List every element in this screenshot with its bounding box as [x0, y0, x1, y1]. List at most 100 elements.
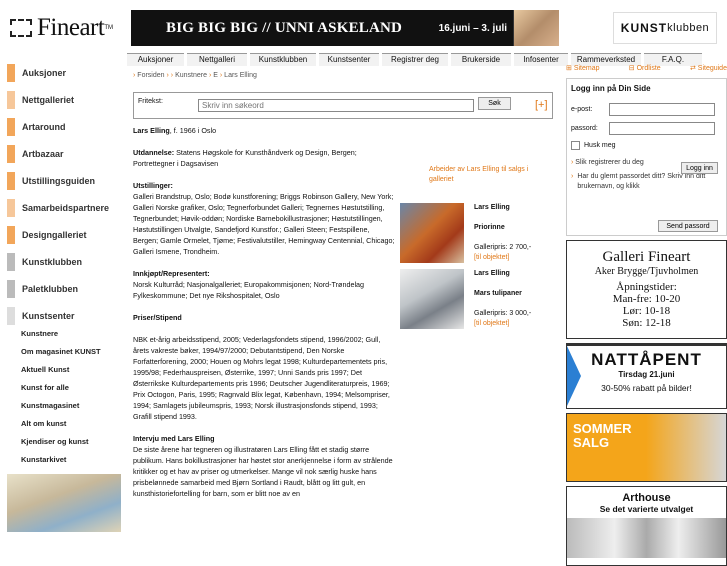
work-image-priorinne[interactable] — [400, 203, 464, 263]
banner-title: BIG BIG BIG // UNNI ASKELAND — [166, 19, 403, 36]
work-link[interactable]: [til objektet] — [474, 254, 509, 261]
ad-sommersalg[interactable]: SOMMER SALG — [566, 413, 727, 482]
ad1-title: Galleri Fineart — [602, 249, 691, 265]
breadcrumb-arrow-icon: › — [166, 72, 169, 79]
nav-nettgalleri[interactable]: Nettgalleri — [187, 53, 247, 66]
search-panel: Fritekst: Søk [+] — [133, 92, 553, 119]
remember-label: Husk meg — [584, 142, 616, 149]
logo-mark-icon — [10, 19, 32, 37]
nav-registrer-deg[interactable]: Registrer deg — [382, 53, 448, 66]
logo-tm: TM — [104, 25, 113, 31]
sidebar-item-kunstsenter[interactable]: Kunstsenter — [7, 307, 121, 325]
artist-name: Lars Elling — [133, 126, 170, 135]
work-image-mars-tulipaner[interactable] — [400, 269, 464, 329]
send-password-button[interactable]: Send passord — [658, 220, 718, 232]
sidebar-item-designgalleriet[interactable]: Designgalleriet — [7, 226, 121, 244]
ordliste-label: Ordliste — [636, 65, 661, 72]
sidebar-item-artaround[interactable]: Artaround — [7, 118, 121, 136]
ad1-subtitle: Aker Brygge/Tjuvholmen — [594, 266, 699, 277]
sidebar-promo-image[interactable] — [7, 474, 121, 532]
breadcrumb-forsiden[interactable]: Forsiden — [137, 72, 164, 79]
sidebar-item-paletklubben[interactable]: Paletklubben — [7, 280, 121, 298]
sidebar-item-auksjoner[interactable]: Auksjoner — [7, 64, 121, 82]
kunstklubben-logo[interactable]: KUNST klubben — [613, 12, 717, 44]
breadcrumb-arrow-icon: › — [170, 72, 174, 79]
banner-date: 16.juni – 3. juli — [438, 22, 507, 34]
works-for-sale: Arbeider av Lars Elling til salgs i gall… — [400, 165, 560, 335]
ad-galleri-fineart[interactable]: Galleri Fineart Aker Brygge/Tjuvholmen Å… — [566, 240, 727, 339]
sidebar-sublink-aktuell-kunst[interactable]: Aktuell Kunst — [21, 366, 121, 374]
breadcrumb-arrow-icon: › — [219, 72, 223, 79]
forgot-password-text: › Har du glemt passordet ditt? Skriv inn … — [571, 172, 722, 192]
password-field[interactable] — [609, 122, 715, 135]
artist-born: , f. 1966 i Oslo — [169, 126, 217, 135]
breadcrumb-letter[interactable]: E — [213, 72, 218, 79]
arrow-icon: › — [571, 173, 574, 180]
siteguide-label: Siteguide — [697, 65, 727, 72]
sidebar-item-label: Nettgalleriet — [22, 95, 75, 105]
sidebar-item-label: Utstillingsguiden — [22, 176, 95, 186]
purchases-text: Norsk Kulturråd; Nasjonalgalleriet; Euro… — [133, 280, 365, 300]
nav-kunstsenter[interactable]: Kunstsenter — [319, 53, 379, 66]
sidebar-item-kunstklubben[interactable]: Kunstklubben — [7, 253, 121, 271]
sitemap-label: Sitemap — [573, 65, 600, 72]
expand-search-icon[interactable]: [+] — [535, 99, 548, 111]
ad4-subtitle: Se det varierte utvalget — [599, 504, 694, 514]
ad2-offer: 30-50% rabatt på bilder! — [601, 383, 692, 393]
artist-bio: Lars Elling, f. 1966 i Oslo Utdannelse: … — [133, 125, 395, 510]
banner-image — [513, 10, 559, 46]
utility-links: ⊞ Sitemap ⊟ Ordliste ⇄ Siteguide — [566, 64, 727, 72]
nav-auksjoner[interactable]: Auksjoner — [127, 53, 184, 66]
login-button[interactable]: Logg inn — [681, 162, 718, 174]
sidebar-sublink-alt-om-kunst[interactable]: Alt om kunst — [21, 420, 121, 428]
sidebar-sublink-kunst-for-alle[interactable]: Kunst for alle — [21, 384, 121, 392]
work-title: Mars tulipaner — [474, 290, 522, 297]
ad-arthouse[interactable]: Arthouse Se det varierte utvalget — [566, 486, 727, 566]
sidebar-item-artbazaar[interactable]: Artbazaar — [7, 145, 121, 163]
work-price: Galleripris: 2 700,- — [474, 244, 532, 251]
nav-infosenter[interactable]: Infosenter — [514, 53, 568, 66]
sidebar-item-nettgalleriet[interactable]: Nettgalleriet — [7, 91, 121, 109]
search-label: Fritekst: — [138, 98, 163, 105]
work-link[interactable]: [til objektet] — [474, 320, 509, 327]
sidebar-swatch — [7, 145, 15, 163]
sidebar: Auksjoner Nettgalleriet Artaround Artbaz… — [7, 64, 121, 532]
login-title: Logg inn på Din Side — [571, 84, 651, 93]
works-for-sale-link[interactable]: Arbeider av Lars Elling til salgs i gall… — [429, 165, 544, 185]
ordliste-link[interactable]: ⊟ Ordliste — [629, 64, 661, 72]
breadcrumb-arrow-icon: › — [208, 72, 212, 79]
sidebar-sublink-kjendiser[interactable]: Kjendiser og kunst — [21, 438, 121, 446]
work-artist: Lars Elling — [474, 204, 510, 211]
exhibitions-heading: Utstillinger: — [133, 181, 173, 190]
sidebar-swatch — [7, 118, 15, 136]
ad1-hours-heading: Åpningstider: — [616, 281, 677, 293]
sidebar-sublink-kunstarkivet[interactable]: Kunstarkivet — [21, 456, 121, 464]
ad2-decoration — [567, 346, 581, 406]
sitemap-link[interactable]: ⊞ Sitemap — [566, 64, 600, 72]
top-banner-ad[interactable]: BIG BIG BIG // UNNI ASKELAND 16.juni – 3… — [131, 10, 559, 46]
fineart-logo[interactable]: Fineart TM — [10, 14, 122, 42]
email-label: e-post: — [571, 106, 593, 113]
sidebar-item-label: Designgalleriet — [22, 230, 87, 240]
arrow-icon: › — [571, 159, 574, 166]
exhibitions-text: Galleri Brandstrup, Oslo; Bodø kunstfore… — [133, 192, 395, 256]
remember-checkbox[interactable] — [571, 141, 580, 150]
kunstklubben-logo-bold: KUNST — [620, 21, 668, 35]
email-field[interactable] — [609, 103, 715, 116]
prizes-text: NBK et-årig arbeidsstipend, 2005; Vederl… — [133, 335, 390, 421]
search-input[interactable] — [198, 99, 474, 112]
search-button[interactable]: Søk — [478, 97, 511, 110]
sidebar-sublink-om-magasinet[interactable]: Om magasinet KUNST — [21, 348, 121, 356]
sidebar-sublink-kunstnere[interactable]: Kunstnere — [21, 330, 121, 338]
sidebar-item-label: Kunstklubben — [22, 257, 82, 267]
siteguide-link[interactable]: ⇄ Siteguide — [690, 64, 727, 72]
sidebar-item-utstillingsguiden[interactable]: Utstillingsguiden — [7, 172, 121, 190]
sidebar-swatch — [7, 307, 15, 325]
nav-brukerside[interactable]: Brukerside — [451, 53, 511, 66]
nav-kunstklubben[interactable]: Kunstklubben — [250, 53, 316, 66]
breadcrumb-kunstnere[interactable]: Kunstnere — [175, 72, 207, 79]
sidebar-item-label: Artaround — [22, 122, 66, 132]
sidebar-item-samarbeidspartnere[interactable]: Samarbeidspartnere — [7, 199, 121, 217]
ad-nattapent[interactable]: NATTÅPENT Tirsdag 21.juni 30-50% rabatt … — [566, 343, 727, 409]
sidebar-sublink-kunstmagasinet[interactable]: Kunstmagasinet — [21, 402, 121, 410]
